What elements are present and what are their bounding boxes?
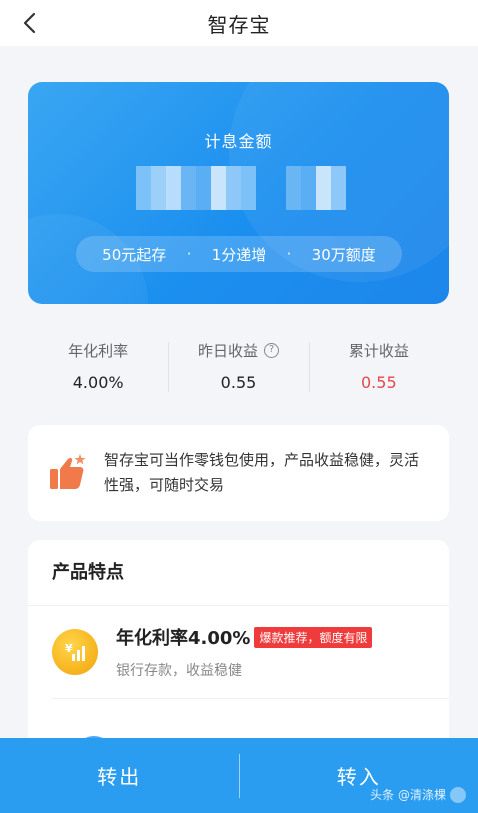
thumbs-up-icon: [50, 454, 86, 489]
divider: [52, 698, 449, 699]
feature-title: 年化利率4.00%: [116, 628, 251, 649]
earnings-stats: 年化利率 4.00% 昨日收益 ? 0.55 累计收益 0.55: [28, 332, 449, 398]
watermark: 头条 @清涤棵: [370, 786, 466, 803]
stat-value: 0.55: [220, 373, 257, 392]
stat-value: 0.55: [361, 373, 397, 392]
hot-badge: 爆款推荐，额度有限: [254, 626, 373, 648]
watermark-text: 头条 @清涤棵: [370, 788, 446, 802]
balance-amount-masked: [136, 166, 346, 210]
tag-quota: 30万额度: [311, 245, 376, 264]
yen-coin-icon: ¥: [52, 629, 98, 675]
chevron-left-icon: [23, 12, 36, 34]
feature-item: ¥ 年化利率4.00% 爆款推荐，额度有限 银行存款，收益稳健: [28, 606, 449, 680]
tag-separator: ·: [186, 245, 192, 263]
stat-yesterday-earnings: 昨日收益 ? 0.55: [168, 332, 308, 398]
product-intro-text: 智存宝可当作零钱包使用，产品收益稳健，灵活性强，可随时交易: [104, 451, 420, 494]
tag-min-deposit: 50元起存: [102, 245, 167, 264]
stat-annual-rate: 年化利率 4.00%: [28, 332, 168, 398]
tag-separator: ·: [286, 245, 292, 263]
product-tags-pill: 50元起存 · 1分递增 · 30万额度: [76, 236, 402, 272]
back-button[interactable]: [14, 8, 44, 38]
stat-total-earnings: 累计收益 0.55: [308, 332, 449, 398]
avatar: [450, 786, 466, 803]
tag-increment: 1分递增: [211, 245, 267, 264]
bottom-action-bar: 转出 转入 头条 @清涤棵: [0, 738, 478, 813]
stat-value: 4.00%: [72, 373, 124, 392]
stat-label: 累计收益: [348, 342, 409, 360]
stat-label: 昨日收益: [197, 342, 258, 360]
balance-card: 计息金额 50元起存 · 1分递增 · 30万额度: [28, 82, 449, 304]
features-title: 产品特点: [28, 540, 449, 606]
feature-subtitle: 银行存款，收益稳健: [116, 663, 242, 679]
balance-label: 计息金额: [204, 132, 273, 151]
help-icon[interactable]: ?: [264, 343, 279, 358]
withdraw-button[interactable]: 转出: [0, 738, 239, 813]
page-title: 智存宝: [207, 12, 271, 37]
svg-text:¥: ¥: [65, 642, 73, 655]
stat-label: 年化利率: [68, 342, 129, 360]
top-nav-bar: 智存宝: [0, 0, 478, 46]
product-intro-card: 智存宝可当作零钱包使用，产品收益稳健，灵活性强，可随时交易: [28, 425, 449, 521]
